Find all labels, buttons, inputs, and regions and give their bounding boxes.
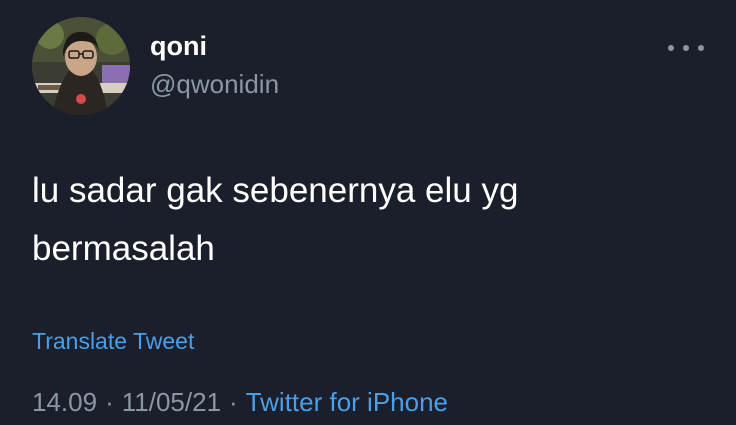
metadata-separator: · [229, 387, 238, 417]
tweet-time: 14.09 [32, 387, 98, 417]
more-options-button[interactable] [668, 36, 704, 60]
profile-photo-icon [32, 17, 130, 115]
more-horizontal-icon [698, 45, 704, 51]
more-horizontal-icon [668, 45, 674, 51]
tweet-source-link[interactable]: Twitter for iPhone [246, 387, 448, 417]
author-handle[interactable]: @qwonidin [150, 68, 279, 100]
author-display-name[interactable]: qoni [150, 30, 207, 62]
tweet-text-line: bermasalah [32, 229, 215, 268]
tweet-metadata: 14.09 · 11/05/21 · Twitter for iPhone [32, 385, 448, 419]
more-horizontal-icon [683, 45, 689, 51]
translate-tweet-link[interactable]: Translate Tweet [32, 326, 194, 356]
avatar[interactable] [32, 17, 130, 115]
tweet-card: qoni @qwonidin lu sadar gak sebenernya e… [0, 0, 736, 425]
tweet-text-line: lu sadar gak sebenernya elu yg [32, 171, 519, 210]
metadata-separator: · [105, 387, 114, 417]
tweet-text: lu sadar gak sebenernya elu yg bermasala… [32, 162, 672, 278]
tweet-date: 11/05/21 [121, 387, 222, 417]
